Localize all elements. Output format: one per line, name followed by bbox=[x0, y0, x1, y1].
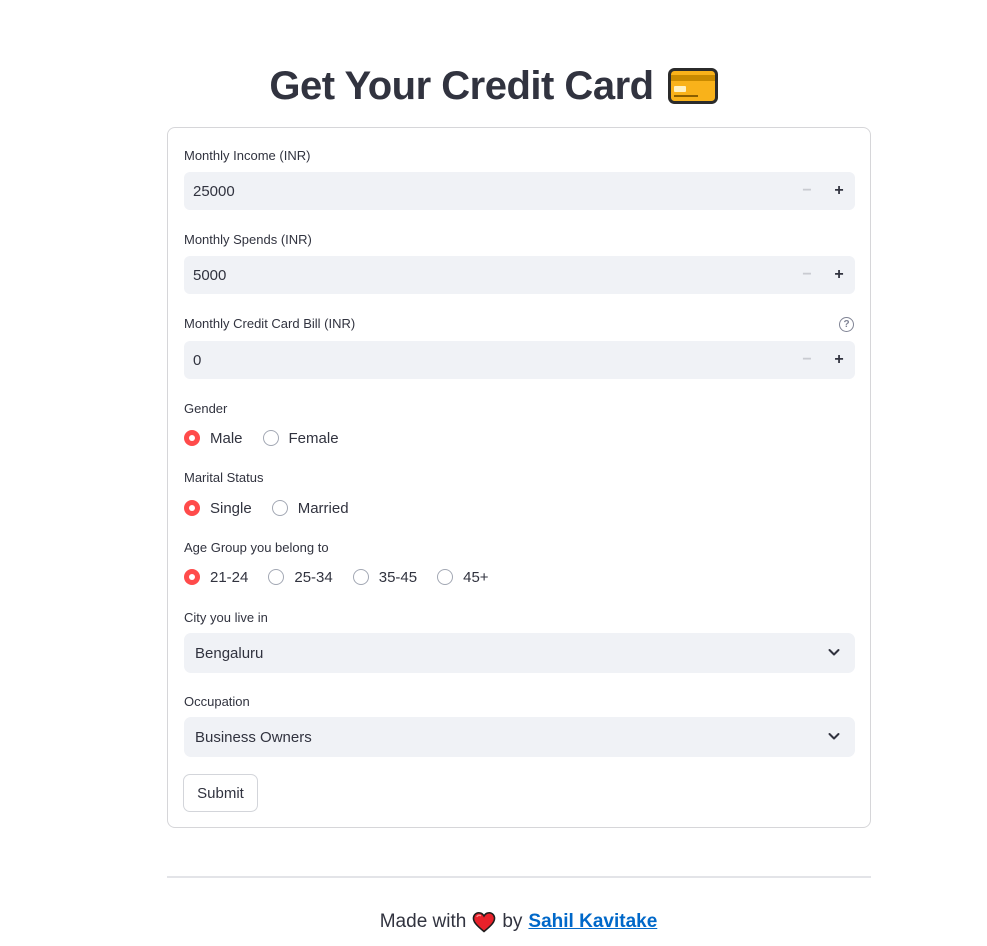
age-group-radio-group: 21-24 25-34 35-45 45+ bbox=[184, 566, 509, 588]
credit-card-icon bbox=[667, 68, 718, 104]
radio-label: Single bbox=[210, 499, 252, 517]
radio-label: 25-34 bbox=[294, 568, 333, 586]
occupation-selected-value: Business Owners bbox=[195, 728, 312, 746]
increment-button[interactable]: + bbox=[823, 172, 855, 210]
radio-option-single[interactable]: Single bbox=[184, 500, 252, 517]
occupation-label: Occupation bbox=[184, 694, 250, 709]
city-label: City you live in bbox=[184, 610, 268, 625]
monthly-bill-value[interactable]: 0 bbox=[184, 352, 791, 369]
footer: Made with by Sahil Kavitake bbox=[0, 908, 987, 936]
radio-option-female[interactable]: Female bbox=[262, 429, 339, 447]
radio-label: Female bbox=[288, 429, 339, 447]
footer-by: by bbox=[502, 911, 523, 932]
monthly-spends-value[interactable]: 5000 bbox=[184, 267, 791, 284]
radio-label: Married bbox=[297, 499, 349, 517]
city-select[interactable]: Bengaluru bbox=[184, 633, 855, 673]
radio-option-married[interactable]: Married bbox=[271, 499, 349, 517]
page-title: Get Your Credit Card bbox=[269, 63, 654, 108]
gender-label: Gender bbox=[184, 401, 228, 416]
gender-radio-group: Male Female bbox=[184, 427, 359, 449]
occupation-select[interactable]: Business Owners bbox=[184, 717, 855, 757]
author-link[interactable]: Sahil Kavitake bbox=[528, 911, 657, 933]
radio-option-25-34[interactable]: 25-34 bbox=[268, 568, 333, 586]
radio-option-35-45[interactable]: 35-45 bbox=[352, 568, 418, 586]
radio-option-male[interactable]: Male bbox=[184, 430, 243, 447]
age-group-label: Age Group you belong to bbox=[184, 540, 329, 555]
radio-unchecked-icon[interactable] bbox=[437, 569, 454, 585]
increment-button[interactable]: + bbox=[823, 341, 855, 379]
credit-card-form: Monthly Income (INR) 25000 − + Monthly S… bbox=[167, 127, 871, 828]
radio-unchecked-icon[interactable] bbox=[352, 569, 369, 585]
footer-made-with: Made with bbox=[379, 911, 467, 932]
marital-status-label: Marital Status bbox=[184, 470, 264, 485]
radio-label: 21-24 bbox=[210, 568, 249, 586]
heart-icon bbox=[472, 911, 496, 933]
decrement-button[interactable]: − bbox=[791, 256, 823, 294]
radio-checked-icon[interactable] bbox=[184, 430, 200, 446]
city-selected-value: Bengaluru bbox=[195, 644, 264, 662]
question-circle-icon[interactable]: ? bbox=[839, 317, 854, 332]
page-header: Get Your Credit Card bbox=[0, 56, 987, 116]
radio-label: 45+ bbox=[463, 568, 489, 586]
monthly-bill-input[interactable]: 0 − + bbox=[184, 341, 855, 379]
monthly-income-value[interactable]: 25000 bbox=[184, 183, 791, 200]
marital-status-radio-group: Single Married bbox=[184, 497, 369, 519]
chevron-down-icon[interactable] bbox=[827, 645, 841, 659]
radio-unchecked-icon[interactable] bbox=[262, 430, 279, 446]
decrement-button[interactable]: − bbox=[791, 341, 823, 379]
radio-option-21-24[interactable]: 21-24 bbox=[184, 569, 248, 586]
submit-button[interactable]: Submit bbox=[183, 774, 258, 812]
monthly-spends-label: Monthly Spends (INR) bbox=[184, 232, 312, 247]
radio-option-45-plus[interactable]: 45+ bbox=[437, 568, 489, 586]
increment-button[interactable]: + bbox=[823, 256, 855, 294]
radio-checked-icon[interactable] bbox=[184, 500, 200, 516]
radio-unchecked-icon[interactable] bbox=[268, 569, 285, 585]
radio-unchecked-icon[interactable] bbox=[271, 500, 288, 516]
radio-label: Male bbox=[210, 429, 243, 447]
monthly-income-label: Monthly Income (INR) bbox=[184, 148, 311, 163]
divider bbox=[167, 876, 871, 878]
monthly-spends-input[interactable]: 5000 − + bbox=[184, 256, 855, 294]
monthly-income-input[interactable]: 25000 − + bbox=[184, 172, 855, 210]
decrement-button[interactable]: − bbox=[791, 172, 823, 210]
chevron-down-icon[interactable] bbox=[827, 729, 841, 743]
radio-label: 35-45 bbox=[378, 568, 418, 586]
radio-checked-icon[interactable] bbox=[184, 569, 200, 585]
monthly-bill-label: Monthly Credit Card Bill (INR) bbox=[184, 316, 356, 331]
